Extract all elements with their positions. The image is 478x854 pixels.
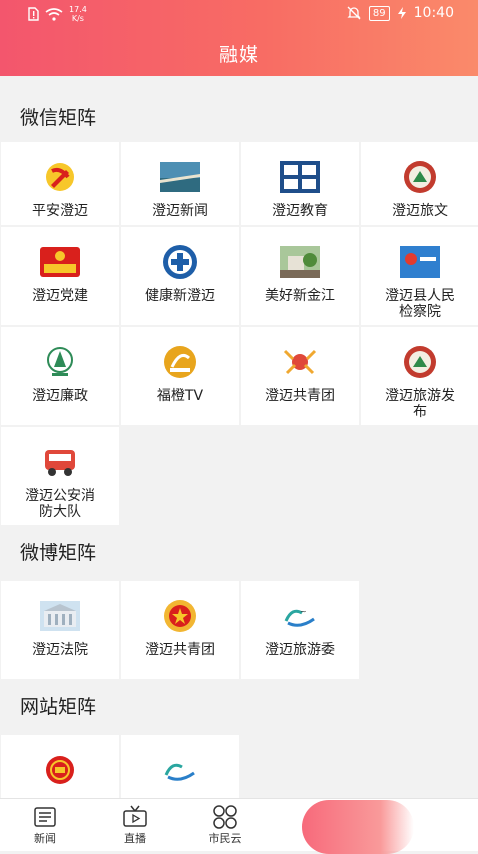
health-seal-icon (160, 242, 200, 282)
fire-truck-icon (40, 442, 80, 482)
integrity-logo-icon (40, 342, 80, 382)
wechat-item-fire-brigade[interactable]: 澄迈公安消防大队 (1, 427, 119, 525)
section-title-wechat: 微信矩阵 (0, 76, 478, 142)
weibo-item-tourism-bureau[interactable]: ~ 澄迈旅游委 (241, 581, 359, 679)
wechat-item-label: 澄迈公安消防大队 (25, 488, 95, 520)
wechat-item-tourism-culture[interactable]: 澄迈旅文 (361, 142, 478, 225)
svg-text:~: ~ (300, 607, 307, 616)
app-header: 17.4 K/s 89 10:40 融媒 (0, 0, 478, 76)
wechat-item-label: 美好新金江 (265, 288, 335, 304)
wechat-item-health[interactable]: 健康新澄迈 (121, 227, 239, 325)
wechat-item-label: 平安澄迈 (32, 203, 88, 219)
wechat-item-label: 澄迈教育 (272, 203, 328, 219)
wechat-item-jinjiang[interactable]: 美好新金江 (241, 227, 359, 325)
tourism-bureau-icon: ~ (280, 596, 320, 636)
wechat-item-label: 澄迈旅游发布 (385, 388, 455, 420)
wechat-item-label: 澄迈县人民检察院 (385, 288, 455, 320)
content-scroll[interactable]: 微信矩阵 平安澄迈 澄迈新闻 澄迈教育 澄迈旅文 澄迈党建 健康新澄迈 美好新金… (0, 76, 478, 798)
education-logo-icon (280, 157, 320, 197)
wechat-item-party-building[interactable]: 澄迈党建 (1, 227, 119, 325)
clock: 10:40 (413, 5, 454, 21)
section-title-website: 网站矩阵 (0, 679, 478, 735)
wechat-item-label: 澄迈党建 (32, 288, 88, 304)
youth-league-icon (280, 342, 320, 382)
news-photo-icon (160, 157, 200, 197)
court-building-icon (40, 596, 80, 636)
wechat-item-procuratorate[interactable]: 澄迈县人民检察院 (361, 227, 478, 325)
tab-label: 直播 (124, 832, 146, 845)
tab-citizen-cloud[interactable]: 市民云 (180, 799, 270, 851)
tab-label: 新闻 (34, 832, 56, 845)
tourism-bureau-icon (160, 750, 200, 790)
charging-icon (397, 7, 406, 19)
tab-label: 市民云 (208, 832, 242, 845)
sim-alert-icon (28, 7, 39, 21)
wechat-item-label: 澄迈旅文 (392, 203, 448, 219)
section-title-weibo: 微博矩阵 (0, 525, 478, 581)
wifi-icon (45, 7, 63, 21)
status-bar: 17.4 K/s 89 10:40 (0, 0, 478, 28)
news-icon (34, 807, 56, 827)
website-grid (0, 735, 478, 798)
network-speed: 17.4 K/s (69, 5, 87, 23)
weibo-item-court[interactable]: 澄迈法院 (1, 581, 119, 679)
website-item-tourism-bureau[interactable] (121, 735, 239, 798)
cmtv-logo-icon (160, 342, 200, 382)
wechat-item-label: 澄迈新闻 (152, 203, 208, 219)
weibo-item-youth-league[interactable]: 澄迈共青团 (121, 581, 239, 679)
party-emblem-icon (40, 157, 80, 197)
wechat-item-label: 福橙TV (156, 388, 204, 404)
wechat-item-youth-league[interactable]: 澄迈共青团 (241, 327, 359, 425)
tv-icon (123, 805, 147, 827)
tourism-badge-icon (400, 157, 440, 197)
national-emblem-icon (40, 750, 80, 790)
wechat-item-news[interactable]: 澄迈新闻 (121, 142, 239, 225)
tourism-badge-icon (400, 342, 440, 382)
wechat-item-tourism-release[interactable]: 澄迈旅游发布 (361, 327, 478, 425)
party-building-icon (40, 242, 80, 282)
weibo-item-label: 澄迈旅游委 (265, 642, 335, 658)
tab-live[interactable]: 直播 (90, 799, 180, 851)
wechat-item-education[interactable]: 澄迈教育 (241, 142, 359, 225)
wechat-item-label: 澄迈廉政 (32, 388, 88, 404)
weibo-item-label: 澄迈共青团 (145, 642, 215, 658)
grid-circles-icon (213, 805, 237, 829)
page-title: 融媒 (218, 44, 259, 66)
tab-news[interactable]: 新闻 (0, 799, 90, 851)
weibo-grid: 澄迈法院 澄迈共青团 ~ 澄迈旅游委 (0, 581, 478, 679)
youth-league-badge-icon (160, 596, 200, 636)
battery-level: 89 (368, 5, 390, 21)
wechat-item-integrity[interactable]: 澄迈廉政 (1, 327, 119, 425)
wechat-item-fucheng-tv[interactable]: 福橙TV (121, 327, 239, 425)
weibo-item-label: 澄迈法院 (32, 642, 88, 658)
website-item-government[interactable] (1, 735, 119, 798)
procuratorate-icon (400, 242, 440, 282)
wechat-item-pingan[interactable]: 平安澄迈 (1, 142, 119, 225)
town-photo-icon (280, 242, 320, 282)
wechat-item-label: 澄迈共青团 (265, 388, 335, 404)
wechat-grid: 平安澄迈 澄迈新闻 澄迈教育 澄迈旅文 澄迈党建 健康新澄迈 美好新金江 澄迈县… (0, 142, 478, 525)
media-tab-active[interactable] (302, 800, 414, 854)
wechat-item-label: 健康新澄迈 (145, 288, 215, 304)
mute-bell-icon (347, 6, 361, 20)
